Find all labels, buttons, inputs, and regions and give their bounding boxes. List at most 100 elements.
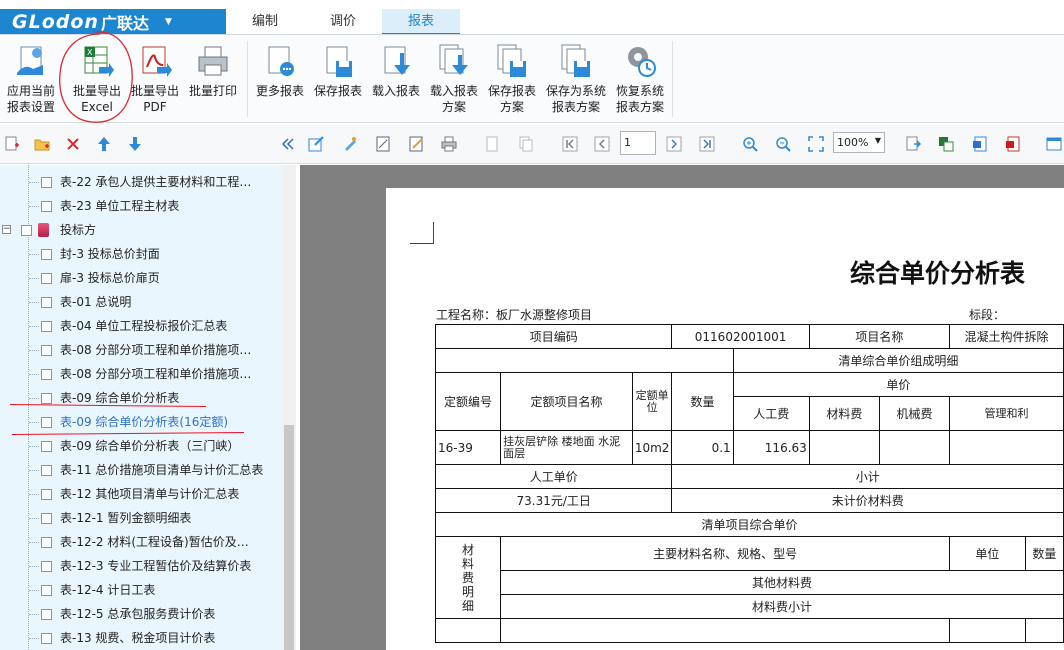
tree-checkbox[interactable]	[41, 273, 52, 284]
collapse-panel-icon[interactable]	[280, 136, 296, 152]
export-word-icon[interactable]	[972, 136, 988, 152]
tree-item-selected[interactable]: 表-09 综合单价分析表(16定额)	[0, 410, 282, 434]
tab-price-adjust[interactable]: 调价	[304, 9, 382, 35]
print-icon[interactable]	[441, 136, 457, 152]
load-report-button[interactable]: 载入报表	[368, 39, 424, 99]
delete-icon[interactable]	[65, 136, 81, 152]
fit-page-icon[interactable]	[808, 136, 824, 152]
tree-checkbox[interactable]	[41, 585, 52, 596]
tree-checkbox[interactable]	[41, 441, 52, 452]
tree-checkbox[interactable]	[41, 393, 52, 404]
new-report-icon[interactable]	[4, 136, 20, 152]
tree-checkbox[interactable]	[41, 345, 52, 356]
more-reports-button[interactable]: 更多报表	[252, 39, 308, 99]
page-number-input[interactable]: 1	[620, 131, 656, 155]
tree-checkbox[interactable]	[41, 177, 52, 188]
save-system-scheme-icon	[558, 43, 594, 79]
prev-page-icon[interactable]	[594, 136, 610, 152]
printer-icon	[195, 43, 231, 79]
ribbon: 应用当前 报表设置 X 批量导出 Excel 批量导出 PDF 批量打印 更多报…	[0, 35, 1064, 123]
export-icon[interactable]	[905, 136, 921, 152]
collapse-toggle-icon[interactable]: −	[2, 225, 11, 234]
report-folder-icon	[38, 223, 49, 237]
tree-item[interactable]: 扉-3 投标总价扉页	[0, 266, 282, 290]
save-as-system-scheme-button[interactable]: 保存为系统 报表方案	[542, 39, 610, 115]
restore-system-scheme-button[interactable]: 恢复系统 报表方案	[612, 39, 668, 115]
tree-item[interactable]: 表-09 综合单价分析表（三门峡）	[0, 434, 282, 458]
tree-item[interactable]: 表-12 其他项目清单与计价汇总表	[0, 482, 282, 506]
section-label: 标段：	[969, 308, 1006, 322]
load-report-icon	[378, 43, 414, 79]
new-folder-icon[interactable]	[34, 136, 50, 152]
report-toolbar: 1 100% ▼	[0, 124, 1064, 164]
tree-item[interactable]: 表-12-5 总承包服务费计价表	[0, 602, 282, 626]
material-subtotal-label: 材料费小计	[500, 594, 1064, 619]
design-icon[interactable]	[342, 136, 358, 152]
tree-item[interactable]: 封-3 投标总价封面	[0, 242, 282, 266]
tree-checkbox[interactable]	[41, 609, 52, 620]
tree-checkbox[interactable]	[41, 417, 52, 428]
tree-scrollbar-thumb[interactable]	[284, 425, 294, 650]
ribbon-separator	[247, 41, 248, 117]
format-icon[interactable]	[408, 136, 424, 152]
report-tree: 表-22 承包人提供主要材料和工程… 表-23 单位工程主材表 − 投标方 封-3…	[0, 165, 296, 650]
export-pdf-icon[interactable]	[1005, 136, 1021, 152]
ribbon-separator	[672, 41, 673, 117]
header-unit-price: 单价	[732, 372, 1064, 397]
tree-item[interactable]: 表-12-2 材料(工程设备)暂估价及…	[0, 530, 282, 554]
tree-checkbox[interactable]	[41, 513, 52, 524]
tree-item[interactable]: 表-08 分部分项工程和单价措施项…	[0, 362, 282, 386]
zoom-out-icon[interactable]	[775, 136, 791, 152]
zoom-select[interactable]: 100% ▼	[833, 132, 885, 153]
tree-checkbox[interactable]	[41, 297, 52, 308]
tree-checkbox[interactable]	[41, 369, 52, 380]
tree-item[interactable]: 表-11 总价措施项目清单与计价汇总表	[0, 458, 282, 482]
title-bar: GLodon 广联达 ▼ 编制 调价 报表	[0, 0, 1064, 35]
tree-checkbox[interactable]	[41, 201, 52, 212]
next-page-icon[interactable]	[666, 136, 682, 152]
tree-item[interactable]: 表-12-4 计日工表	[0, 578, 282, 602]
page-setup-icon[interactable]	[375, 136, 391, 152]
last-page-icon[interactable]	[699, 136, 715, 152]
tree-item[interactable]: 表-22 承包人提供主要材料和工程…	[0, 170, 282, 194]
tree-item[interactable]: 表-09 综合单价分析表	[0, 386, 282, 410]
zoom-in-icon[interactable]	[742, 136, 758, 152]
tree-item[interactable]: 表-13 规费、税金项目计价表	[0, 626, 282, 650]
tree-checkbox[interactable]	[41, 465, 52, 476]
load-scheme-icon	[436, 43, 472, 79]
main-material-header: 主要材料名称、规格、型号	[500, 536, 951, 571]
item-name: 混凝土构件拆除	[949, 324, 1064, 349]
composition-header: 清单综合单价组成明细	[732, 348, 1064, 373]
tree-checkbox[interactable]	[41, 489, 52, 500]
tree-item[interactable]: 表-12-3 专业工程暂估价及结算价表	[0, 554, 282, 578]
tree-checkbox[interactable]	[41, 537, 52, 548]
header-item-name: 项目名称	[808, 324, 951, 349]
tree-item[interactable]: 表-08 分部分项工程和单价措施项…	[0, 338, 282, 362]
report-page: 综合单价分析表 工程名称：板厂水源整修项目 标段： 项目编码 011602001…	[386, 188, 1064, 650]
batch-print-button[interactable]: 批量打印	[185, 39, 241, 99]
tree-checkbox[interactable]	[41, 633, 52, 644]
labor-rate: 73.31元/工日	[434, 488, 673, 513]
tab-edit[interactable]: 编制	[226, 9, 304, 35]
tree-item[interactable]: 表-23 单位工程主材表	[0, 194, 282, 218]
tree-item[interactable]: 表-01 总说明	[0, 290, 282, 314]
tree-item[interactable]: 表-04 单位工程投标报价汇总表	[0, 314, 282, 338]
quantity-header: 数量	[1024, 536, 1064, 571]
tree-checkbox[interactable]	[41, 249, 52, 260]
tree-checkbox[interactable]	[21, 225, 32, 236]
load-report-scheme-button[interactable]: 载入报表 方案	[426, 39, 482, 115]
tab-reports[interactable]: 报表	[382, 9, 460, 35]
more-tools-icon[interactable]	[1046, 136, 1062, 152]
tree-folder-bidder[interactable]: − 投标方	[0, 218, 282, 242]
tree-checkbox[interactable]	[41, 321, 52, 332]
edit-report-icon[interactable]	[308, 136, 324, 152]
move-up-icon[interactable]	[96, 136, 112, 152]
export-excel-icon[interactable]	[938, 136, 954, 152]
tree-item[interactable]: 表-12-1 暂列金额明细表	[0, 506, 282, 530]
move-down-icon[interactable]	[127, 136, 143, 152]
save-report-button[interactable]: 保存报表	[310, 39, 366, 99]
tree-checkbox[interactable]	[41, 561, 52, 572]
first-page-icon[interactable]	[562, 136, 578, 152]
save-report-scheme-button[interactable]: 保存报表 方案	[484, 39, 540, 115]
save-scheme-icon	[494, 43, 530, 79]
